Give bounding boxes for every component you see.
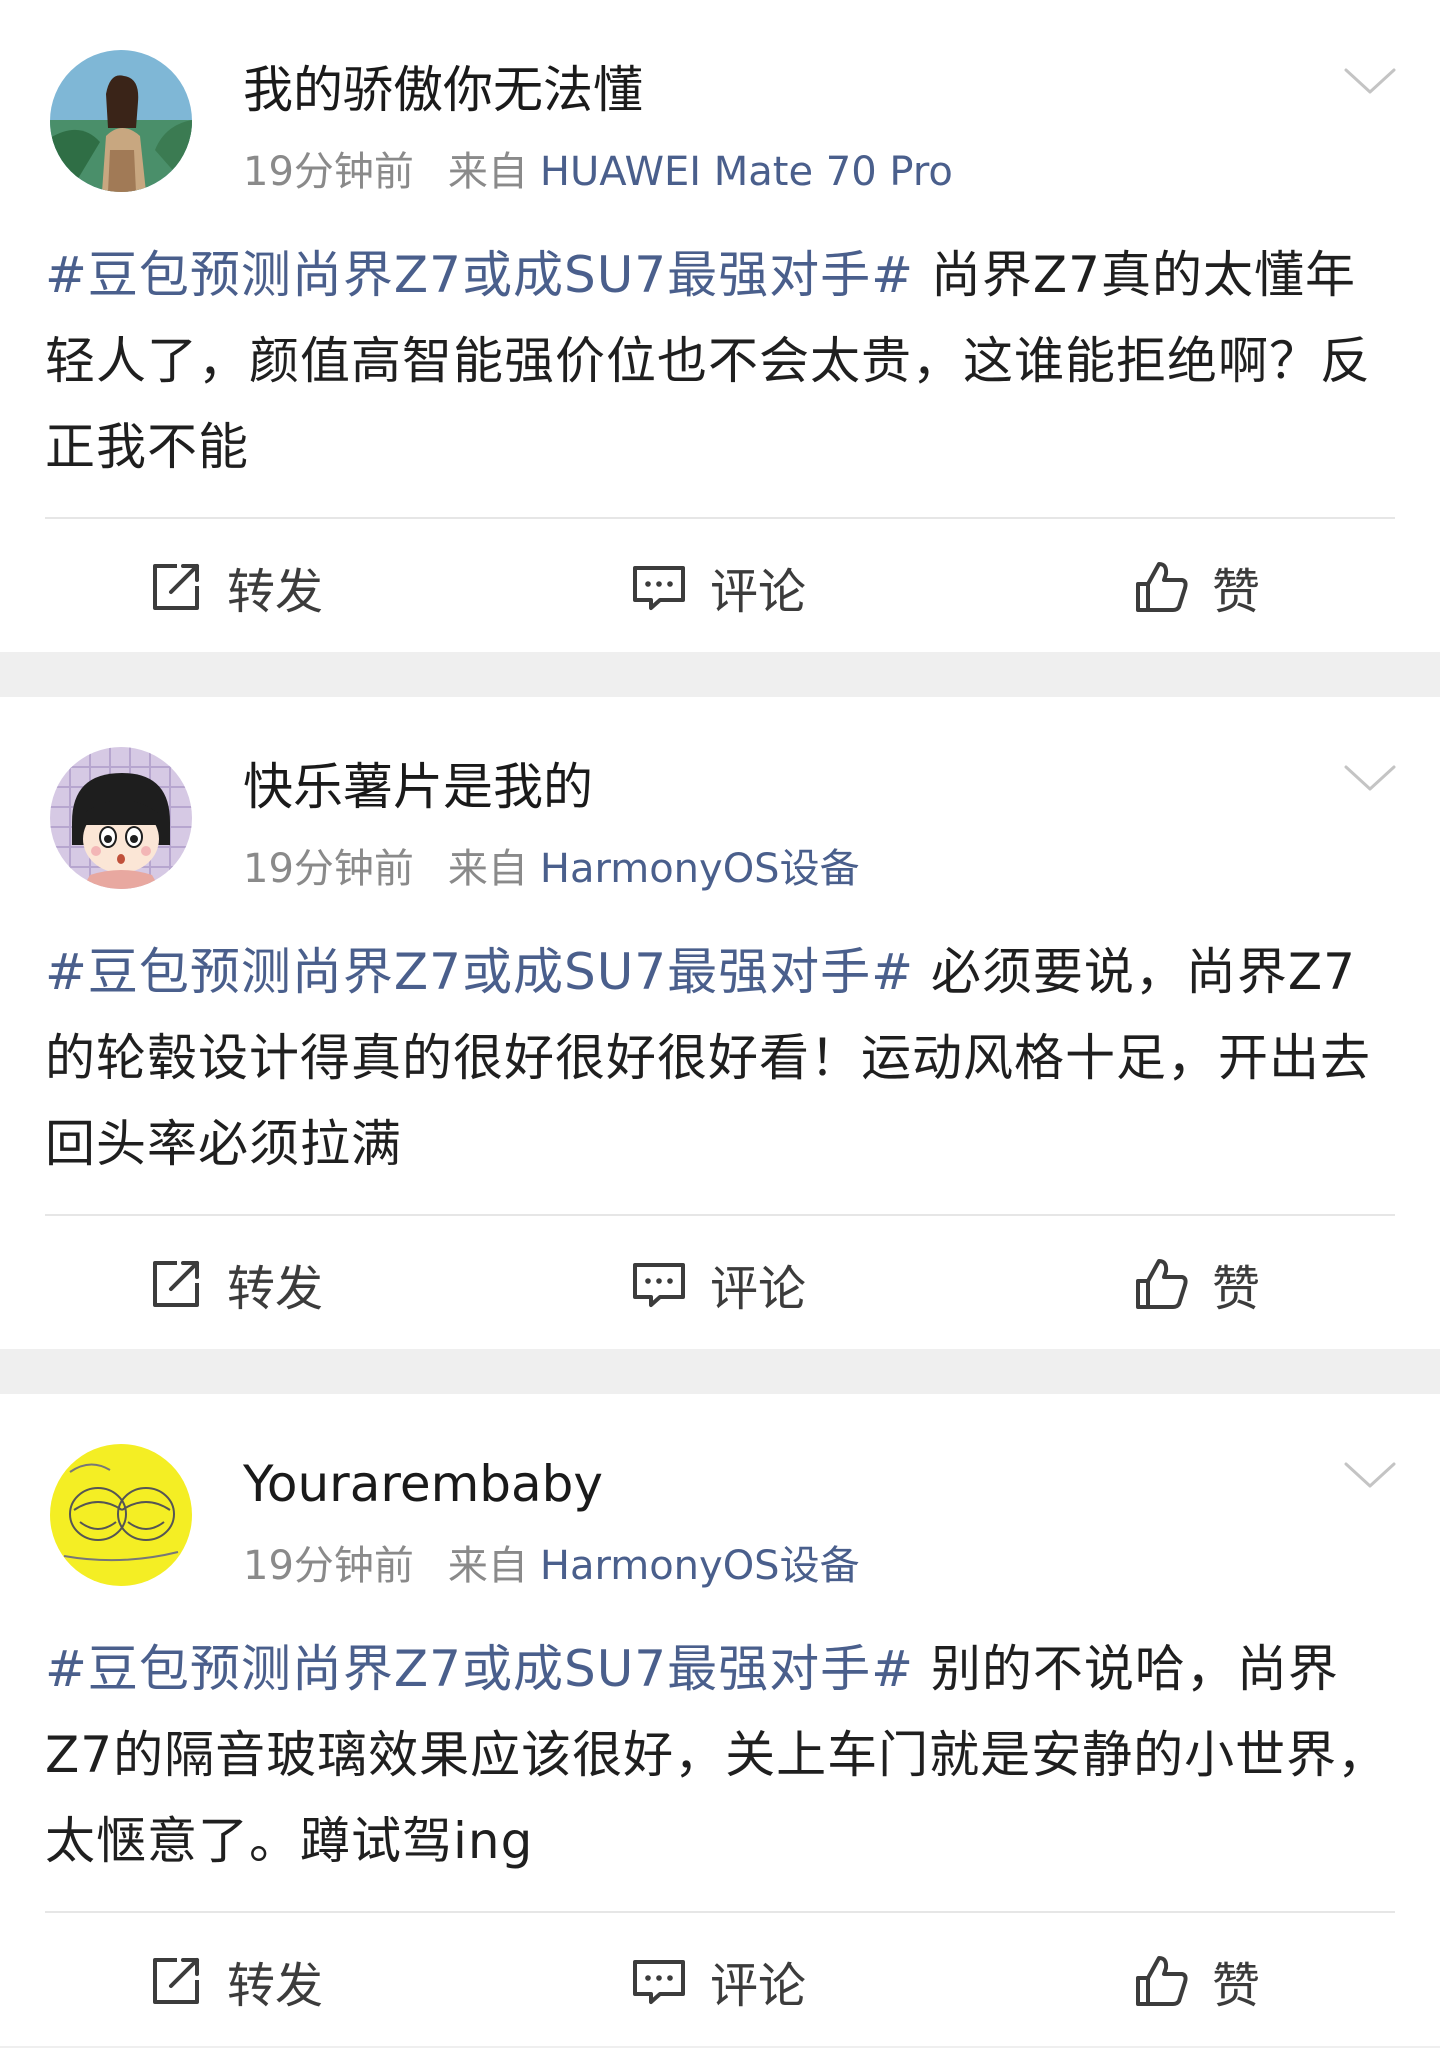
source-device[interactable]: HarmonyOS设备 bbox=[540, 846, 860, 892]
hashtag-link[interactable]: #豆包预测尚界Z7或成SU7最强对手# bbox=[45, 1640, 914, 1698]
comment-button[interactable]: 评论 bbox=[630, 1216, 806, 1351]
like-button[interactable]: 赞 bbox=[1132, 1216, 1260, 1351]
source-label: 来自 bbox=[447, 846, 528, 892]
post-time: 19分钟前 bbox=[243, 846, 414, 892]
comment-label: 评论 bbox=[710, 1957, 807, 2014]
post-content: #豆包预测尚界Z7或成SU7最强对手# 别的不说哈，尚界Z7的隔音玻璃效果应该很… bbox=[45, 1626, 1395, 1884]
thumbs-up-icon bbox=[1136, 1258, 1188, 1309]
avatar[interactable] bbox=[50, 747, 192, 889]
comment-label: 评论 bbox=[710, 563, 807, 620]
repost-button[interactable]: 转发 bbox=[147, 519, 323, 654]
repost-icon bbox=[153, 563, 199, 610]
post-card: 快乐薯片是我的 19分钟前 来自 HarmonyOS设备 #豆包预测尚界Z7或成SU… bbox=[0, 697, 1440, 1349]
comment-label: 评论 bbox=[710, 1260, 807, 1317]
repost-icon bbox=[153, 1260, 199, 1307]
avatar[interactable] bbox=[50, 1444, 192, 1586]
feed: 我的骄傲你无法懂 19分钟前 来自 HUAWEI Mate 70 Pro #豆包预测… bbox=[0, 0, 1440, 2046]
repost-label: 转发 bbox=[227, 1260, 324, 1317]
username[interactable]: 快乐薯片是我的 bbox=[243, 755, 593, 819]
chevron-down-icon[interactable] bbox=[1340, 60, 1400, 100]
post-meta: 19分钟前 来自 HarmonyOS设备 bbox=[243, 1540, 860, 1592]
post-time: 19分钟前 bbox=[243, 149, 414, 195]
post-card: Yourarembaby 19分钟前 来自 HarmonyOS设备 #豆包预测尚界Z… bbox=[0, 1394, 1440, 2046]
avatar[interactable] bbox=[50, 50, 192, 192]
hashtag-link[interactable]: #豆包预测尚界Z7或成SU7最强对手# bbox=[45, 246, 914, 304]
post-card: 我的骄傲你无法懂 19分钟前 来自 HUAWEI Mate 70 Pro #豆包预测… bbox=[0, 0, 1440, 652]
like-button[interactable]: 赞 bbox=[1132, 1913, 1260, 2048]
action-bar: 转发 评论 赞 bbox=[45, 1214, 1395, 1351]
action-bar: 转发 评论 赞 bbox=[45, 1911, 1395, 2048]
source-device[interactable]: HUAWEI Mate 70 Pro bbox=[540, 149, 953, 195]
source-label: 来自 bbox=[447, 149, 528, 195]
comment-icon bbox=[633, 1262, 685, 1307]
repost-button[interactable]: 转发 bbox=[147, 1216, 323, 1351]
source-label: 来自 bbox=[447, 1543, 528, 1589]
like-label: 赞 bbox=[1212, 563, 1261, 620]
source-device[interactable]: HarmonyOS设备 bbox=[540, 1543, 860, 1589]
comment-icon bbox=[633, 1959, 685, 2004]
action-bar: 转发 评论 赞 bbox=[45, 517, 1395, 654]
like-button[interactable]: 赞 bbox=[1132, 519, 1260, 654]
comment-button[interactable]: 评论 bbox=[630, 519, 806, 654]
repost-label: 转发 bbox=[227, 563, 324, 620]
comment-icon bbox=[633, 565, 685, 610]
chevron-down-icon[interactable] bbox=[1340, 1454, 1400, 1494]
post-time: 19分钟前 bbox=[243, 1543, 414, 1589]
post-content: #豆包预测尚界Z7或成SU7最强对手# 必须要说，尚界Z7的轮毂设计得真的很好很… bbox=[45, 929, 1395, 1187]
thumbs-up-icon bbox=[1136, 1955, 1188, 2006]
post-content: #豆包预测尚界Z7或成SU7最强对手# 尚界Z7真的太懂年轻人了，颜值高智能强价… bbox=[45, 232, 1395, 490]
username[interactable]: Yourarembaby bbox=[243, 1452, 603, 1516]
thumbs-up-icon bbox=[1136, 561, 1188, 612]
repost-button[interactable]: 转发 bbox=[147, 1913, 323, 2048]
hashtag-link[interactable]: #豆包预测尚界Z7或成SU7最强对手# bbox=[45, 943, 914, 1001]
repost-icon bbox=[153, 1957, 199, 2004]
repost-label: 转发 bbox=[227, 1957, 324, 2014]
like-label: 赞 bbox=[1212, 1260, 1261, 1317]
post-meta: 19分钟前 来自 HUAWEI Mate 70 Pro bbox=[243, 146, 953, 198]
username[interactable]: 我的骄傲你无法懂 bbox=[243, 58, 643, 122]
post-meta: 19分钟前 来自 HarmonyOS设备 bbox=[243, 843, 860, 895]
chevron-down-icon[interactable] bbox=[1340, 757, 1400, 797]
comment-button[interactable]: 评论 bbox=[630, 1913, 806, 2048]
like-label: 赞 bbox=[1212, 1957, 1261, 2014]
